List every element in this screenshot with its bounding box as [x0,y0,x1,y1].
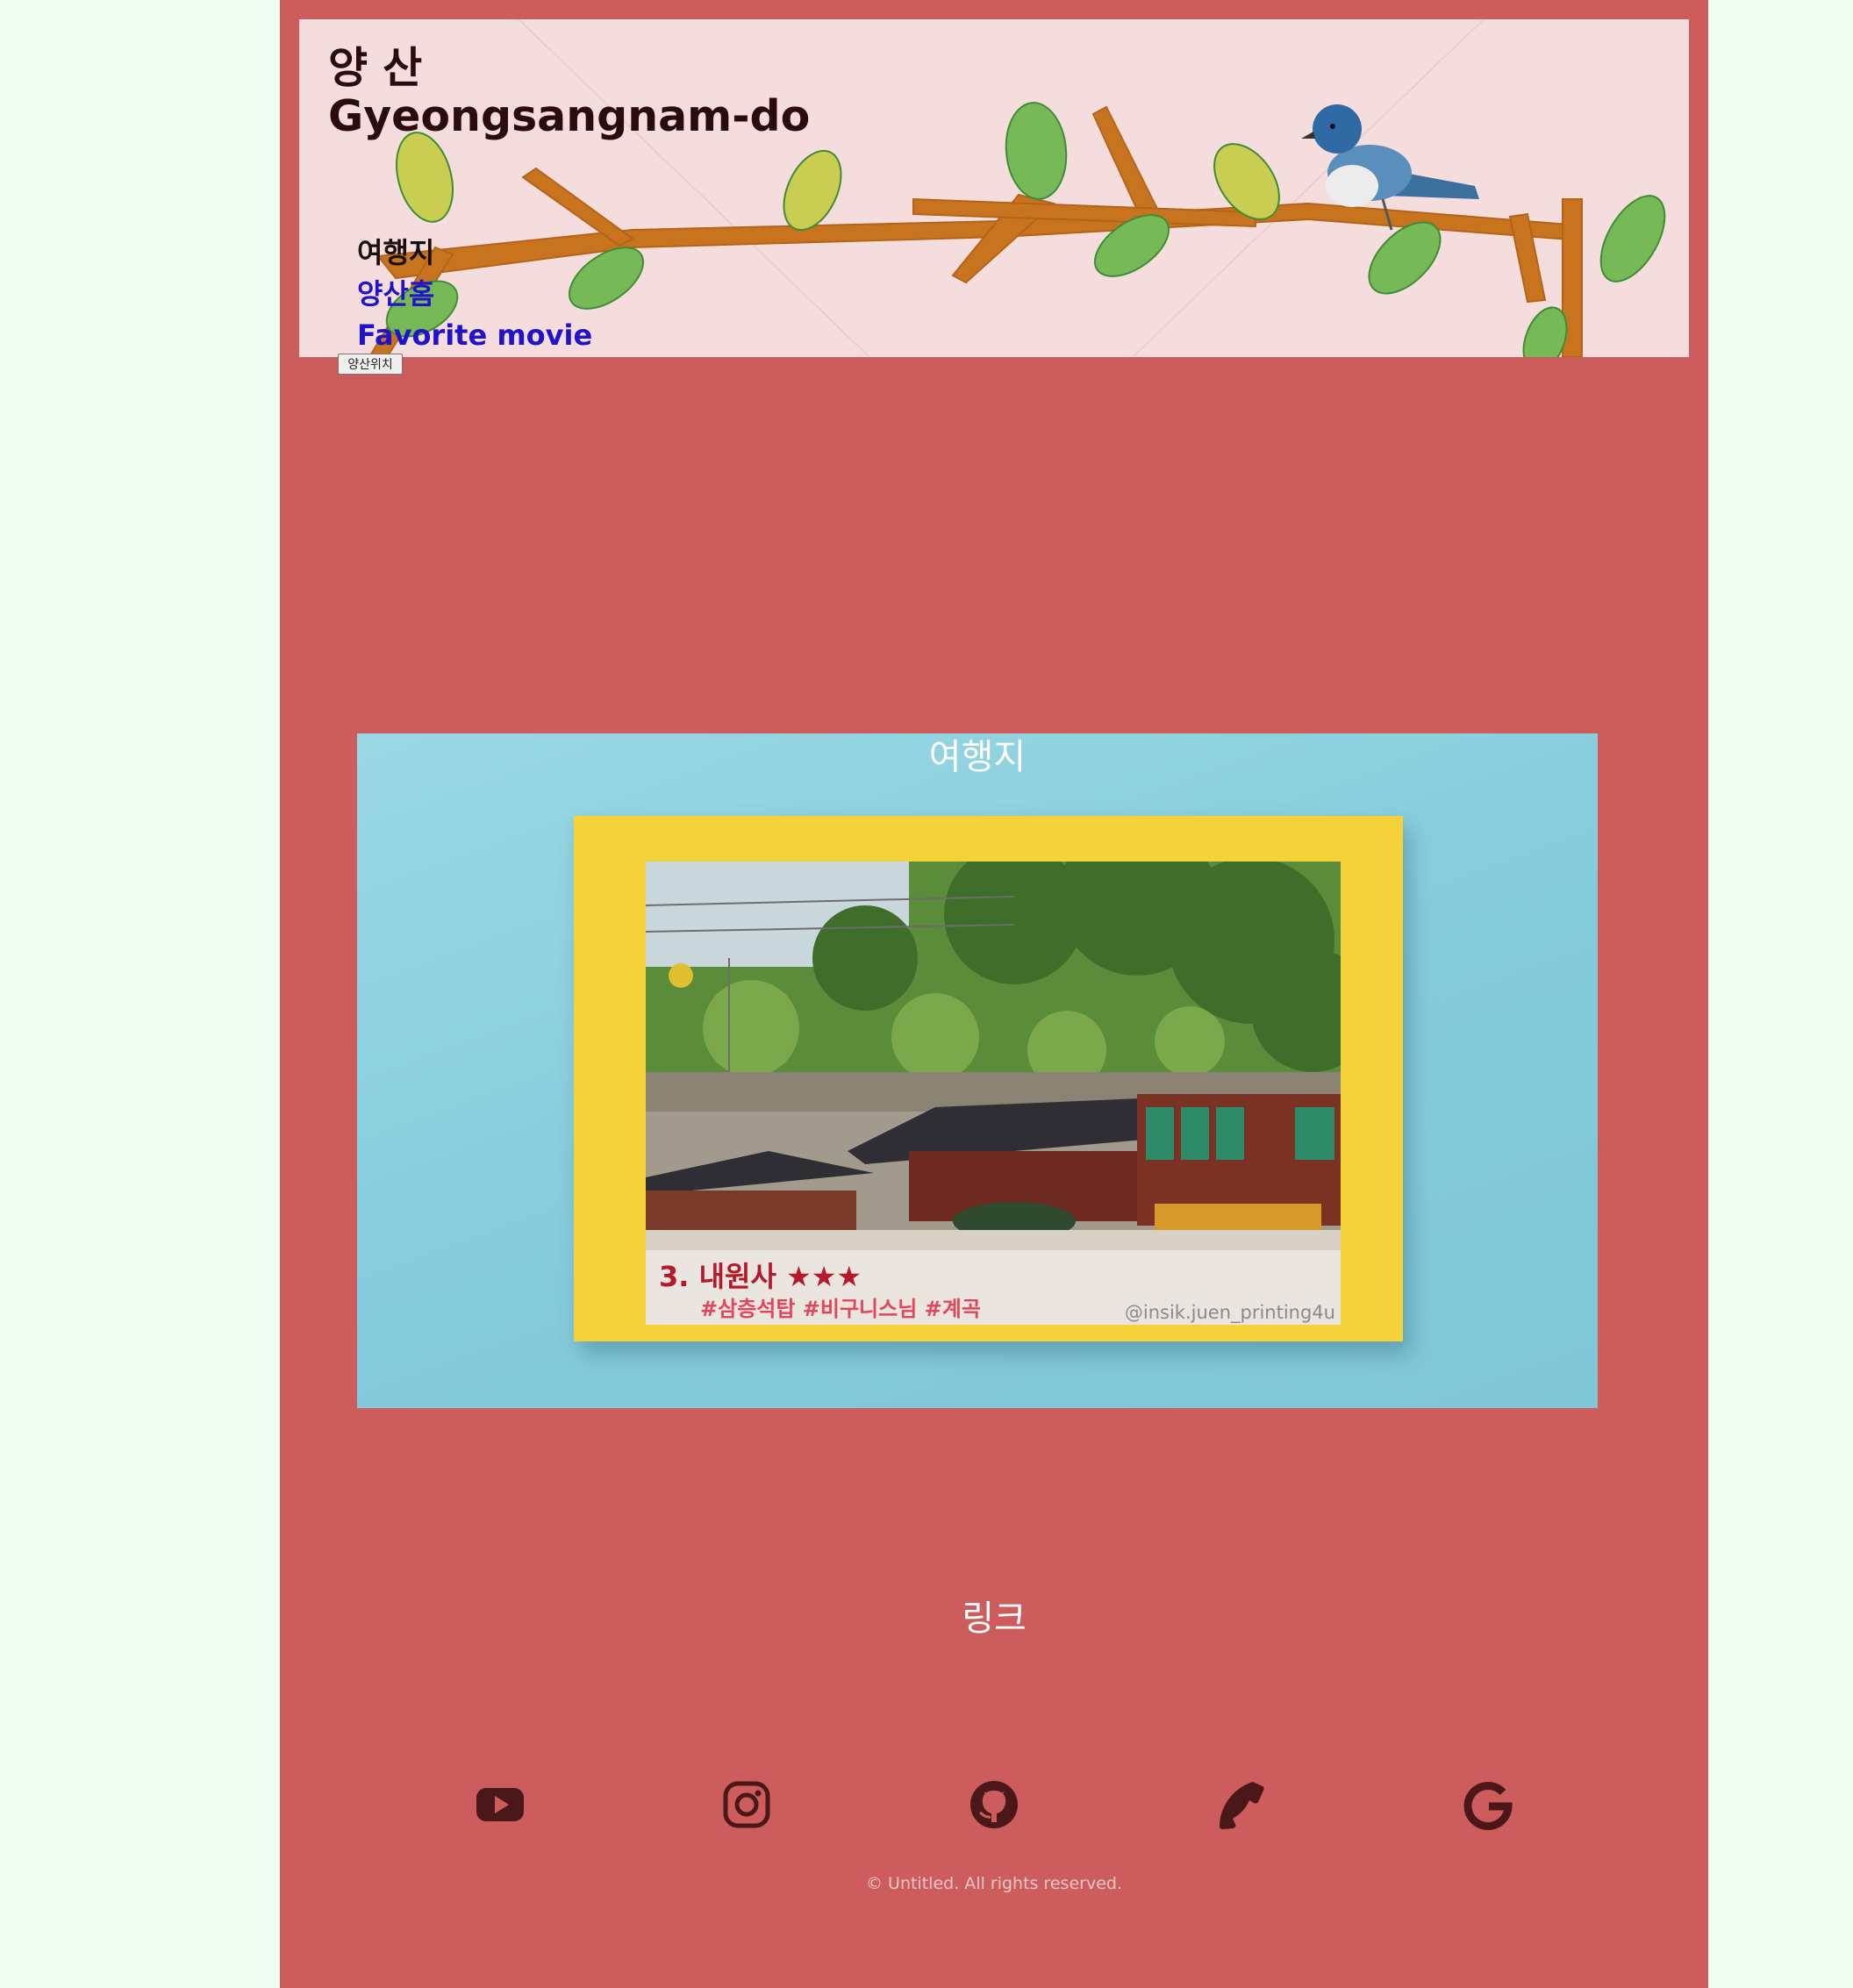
nav-item-travel: 여행지 [357,236,435,269]
destination-photo[interactable]: 3. 내원사 ★★★ #삼층석탑 #비구니스님 #계곡 @insik.juen_… [646,862,1341,1325]
header-banner: 양 산 Gyeongsangnam-do 여행지 양산홈 Favorite mo… [299,19,1689,357]
nav-link-favorite-movie[interactable]: Favorite movie [357,318,592,352]
instagram-icon[interactable] [720,1778,773,1831]
destination-heading: 여행지 [928,737,1027,777]
phone-icon[interactable] [1214,1778,1267,1831]
site-title: 양 산 Gyeongsangnam-do [328,44,810,140]
google-icon[interactable] [1462,1778,1514,1831]
youtube-icon[interactable] [474,1778,526,1831]
destination-section: 여행지 3. 내원사 ★★★ #삼층석탑 #비구니스님 #계곡 @insik.j… [357,733,1598,1408]
nav-link-yangsan-home[interactable]: 양산홈 [357,277,434,311]
site-title-english: Gyeongsangnam-do [328,91,811,141]
links-heading: 링크 [962,1598,1027,1639]
yangsan-location-button[interactable]: 양산위치 [338,354,403,375]
site-title-korean: 양 산 [328,43,423,93]
photo-frame: 3. 내원사 ★★★ #삼층석탑 #비구니스님 #계곡 @insik.juen_… [574,816,1403,1341]
main-nav: 여행지 양산홈 Favorite movie [357,232,592,356]
photo-credit: @insik.juen_printing4u [1124,1302,1335,1323]
github-icon[interactable] [968,1778,1020,1831]
footer-copyright: © Untitled. All rights reserved. [866,1874,1122,1893]
main-content: 양 산 Gyeongsangnam-do 여행지 양산홈 Favorite mo… [280,0,1708,1988]
photo-caption-tags: #삼층석탑 #비구니스님 #계곡 [700,1297,981,1321]
photo-caption-title: 3. 내원사 ★★★ [659,1260,862,1293]
